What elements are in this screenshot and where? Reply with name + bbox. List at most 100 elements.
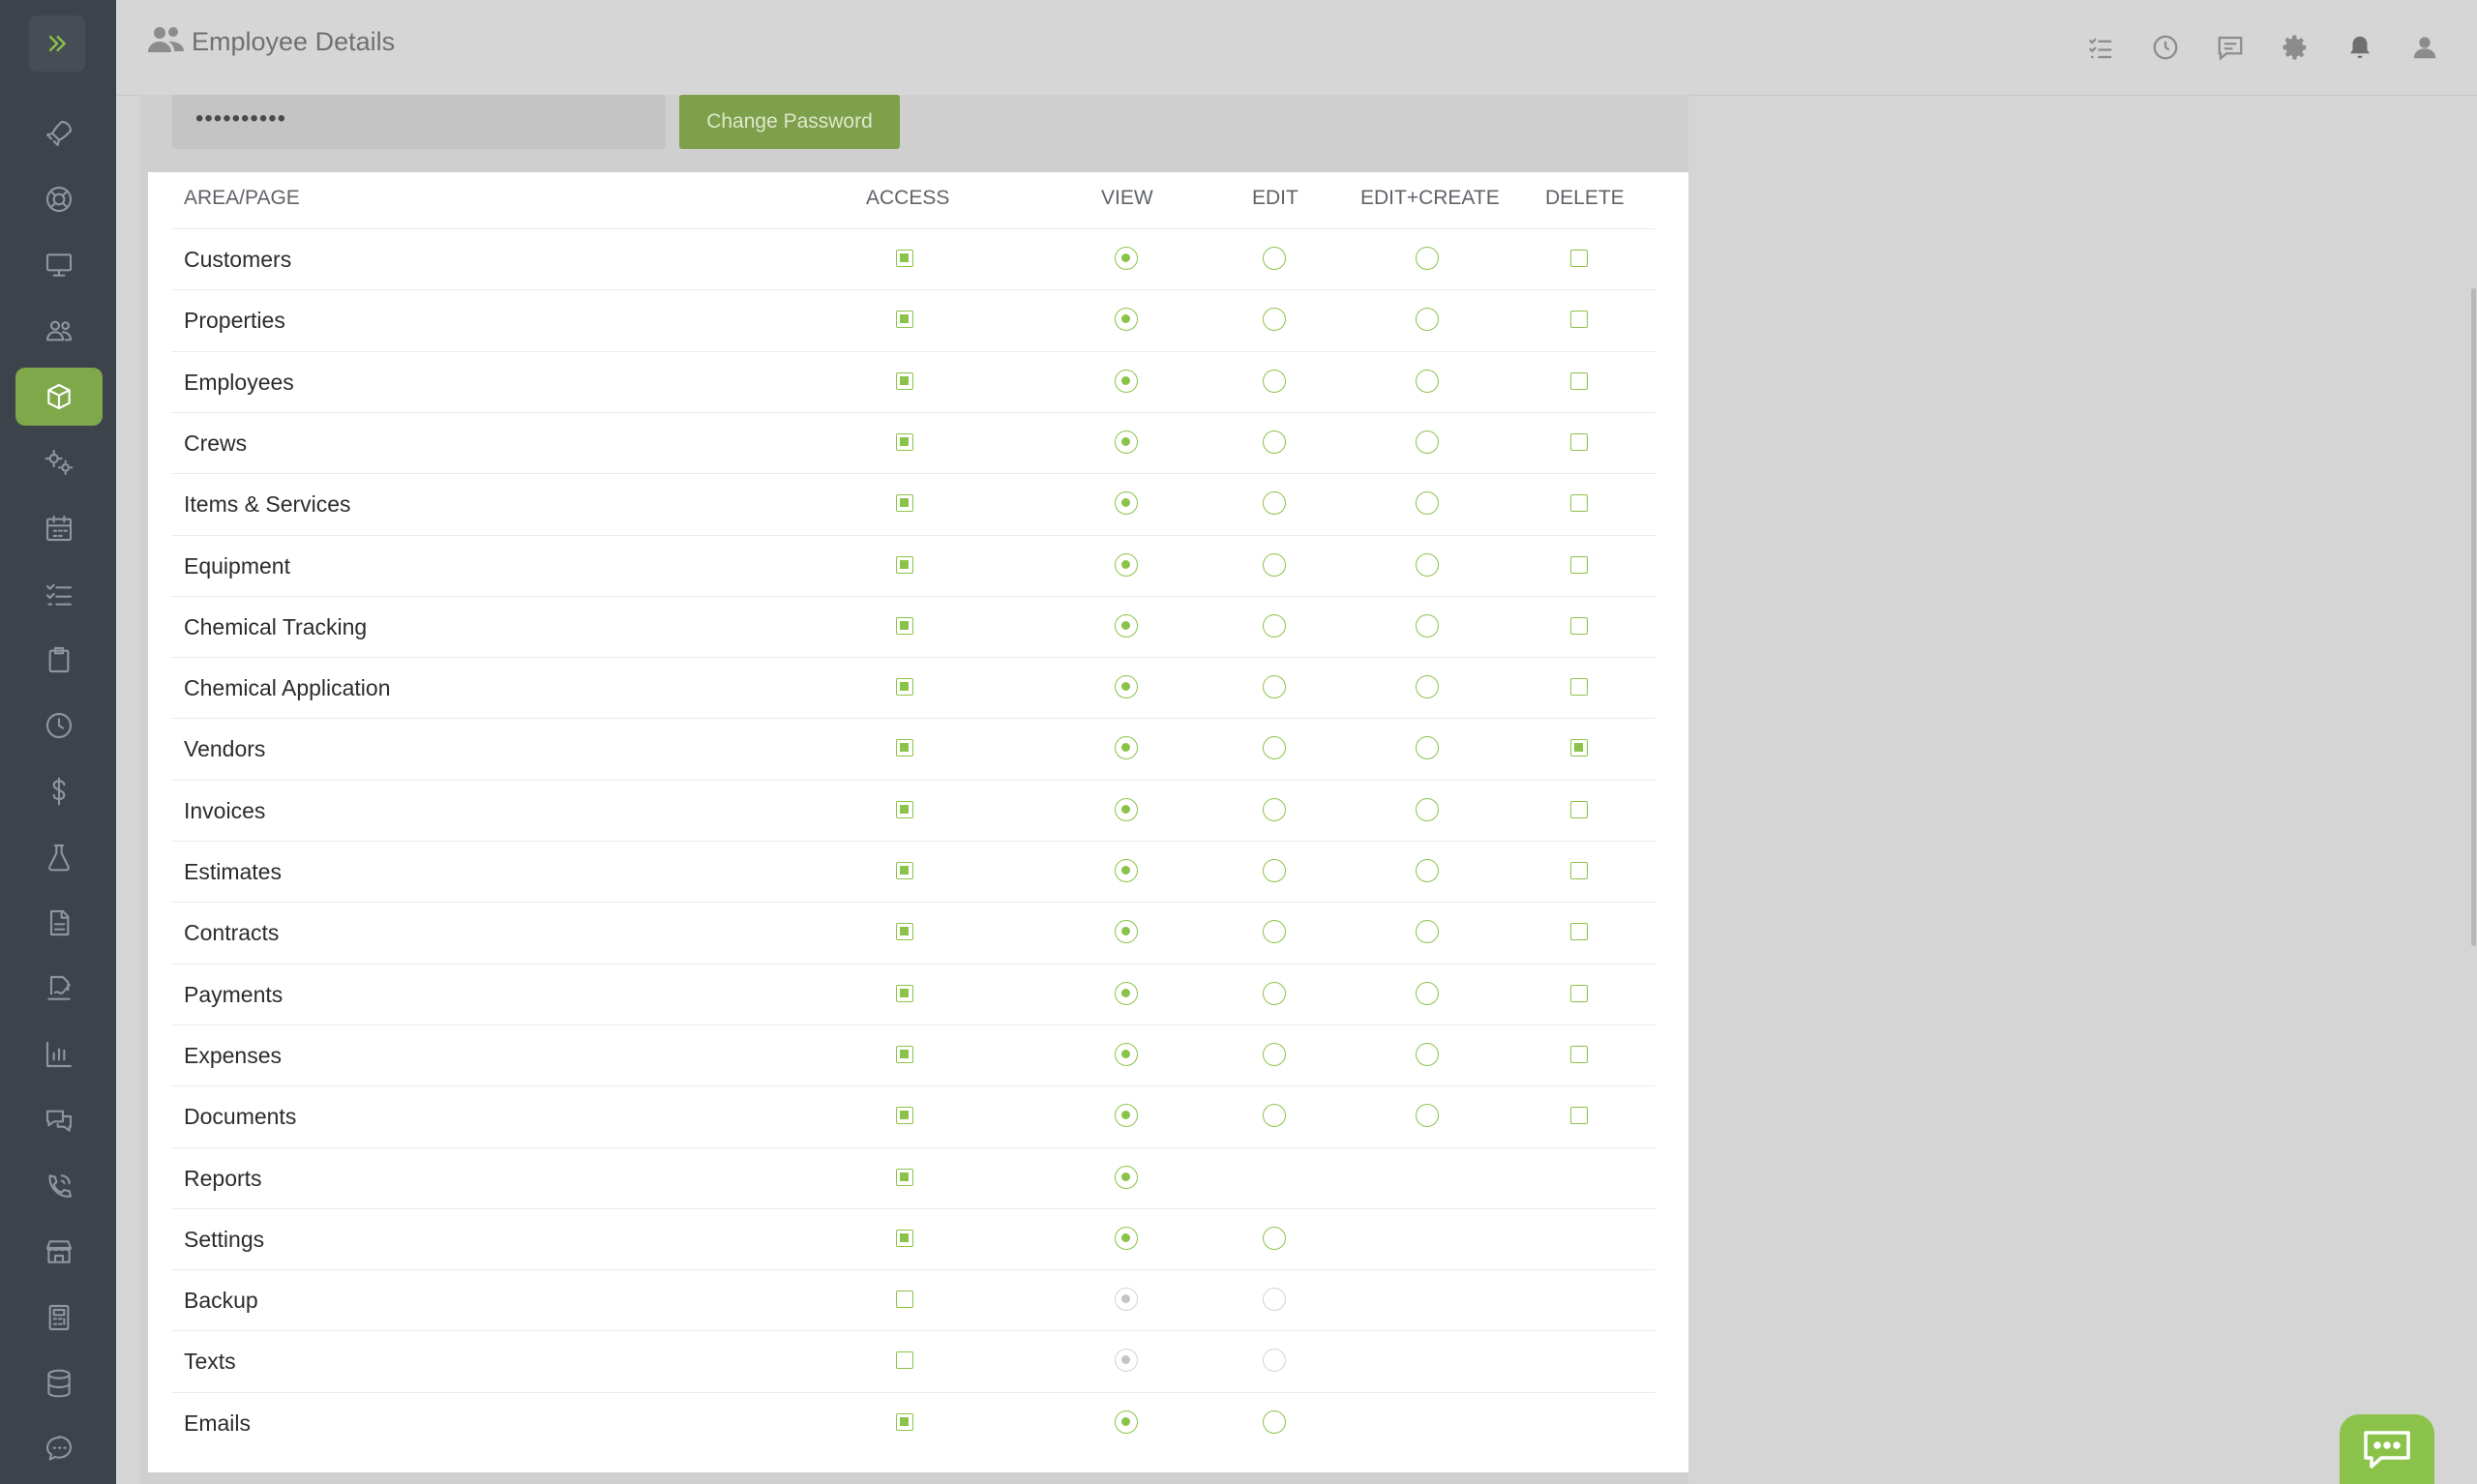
radio-edit-create[interactable]: [1416, 613, 1439, 638]
radio-view[interactable]: [1115, 491, 1138, 516]
checkbox-access[interactable]: [896, 1229, 913, 1247]
radio-edit-create[interactable]: [1416, 308, 1439, 332]
radio-edit[interactable]: [1263, 1349, 1286, 1373]
sidebar-item-chat[interactable]: [15, 1091, 103, 1149]
checkbox-access[interactable]: [896, 1351, 913, 1370]
checkbox-access[interactable]: [896, 616, 913, 635]
checkbox-delete[interactable]: [1570, 800, 1588, 818]
settings-icon[interactable]: [2281, 33, 2310, 62]
checkbox-delete[interactable]: [1570, 923, 1588, 941]
checkbox-access[interactable]: [896, 494, 913, 513]
checkbox-access[interactable]: [896, 371, 913, 390]
checkbox-access[interactable]: [896, 1412, 913, 1431]
radio-view[interactable]: [1115, 247, 1138, 270]
sidebar-item-users[interactable]: [15, 302, 103, 360]
radio-view[interactable]: [1115, 736, 1138, 760]
checkbox-delete[interactable]: [1570, 371, 1588, 390]
sidebar-toggle-button[interactable]: [29, 15, 85, 72]
radio-view[interactable]: [1115, 1226, 1138, 1250]
radio-edit-create[interactable]: [1416, 797, 1439, 821]
checkbox-access[interactable]: [896, 923, 913, 941]
checkbox-access[interactable]: [896, 862, 913, 879]
sidebar-item-calculator[interactable]: [15, 1289, 103, 1347]
radio-edit[interactable]: [1263, 1288, 1286, 1312]
sidebar-item-sms[interactable]: [15, 1420, 103, 1478]
sidebar-item-calendar[interactable]: [15, 499, 103, 557]
radio-edit[interactable]: [1263, 859, 1286, 882]
radio-edit[interactable]: [1263, 1104, 1286, 1128]
radio-edit[interactable]: [1263, 247, 1286, 270]
checkbox-delete[interactable]: [1570, 555, 1588, 574]
sidebar-item-database[interactable]: [15, 1354, 103, 1412]
scrollbar[interactable]: [2471, 288, 2476, 946]
radio-view[interactable]: [1115, 308, 1138, 332]
checkbox-access[interactable]: [896, 1045, 913, 1063]
radio-view[interactable]: [1115, 797, 1138, 821]
radio-edit[interactable]: [1263, 981, 1286, 1005]
checkbox-access[interactable]: [896, 739, 913, 757]
checkbox-access[interactable]: [896, 678, 913, 697]
radio-view[interactable]: [1115, 1410, 1138, 1434]
radio-edit[interactable]: [1263, 797, 1286, 821]
radio-edit-create[interactable]: [1416, 675, 1439, 699]
checkbox-delete[interactable]: [1570, 739, 1588, 757]
radio-edit-create[interactable]: [1416, 920, 1439, 944]
radio-edit[interactable]: [1263, 1042, 1286, 1066]
checkbox-delete[interactable]: [1570, 862, 1588, 879]
radio-edit-create[interactable]: [1416, 552, 1439, 577]
radio-edit[interactable]: [1263, 613, 1286, 638]
checkbox-delete[interactable]: [1570, 311, 1588, 329]
radio-edit[interactable]: [1263, 1226, 1286, 1250]
checkbox-delete[interactable]: [1570, 1107, 1588, 1125]
radio-edit-create[interactable]: [1416, 247, 1439, 270]
radio-edit[interactable]: [1263, 491, 1286, 516]
checkbox-access[interactable]: [896, 555, 913, 574]
sidebar-item-lifebuoy[interactable]: [15, 170, 103, 228]
radio-edit[interactable]: [1263, 552, 1286, 577]
checkbox-access[interactable]: [896, 311, 913, 329]
radio-edit[interactable]: [1263, 736, 1286, 760]
sidebar-item-rocket[interactable]: [15, 104, 103, 163]
sidebar-item-tasklist[interactable]: [15, 565, 103, 623]
change-password-button[interactable]: Change Password: [679, 95, 900, 149]
radio-edit[interactable]: [1263, 308, 1286, 332]
radio-view[interactable]: [1115, 369, 1138, 393]
message-icon[interactable]: [2216, 33, 2245, 62]
radio-view[interactable]: [1115, 552, 1138, 577]
checkbox-access[interactable]: [896, 800, 913, 818]
checkbox-access[interactable]: [896, 432, 913, 451]
sidebar-item-signature[interactable]: [15, 960, 103, 1018]
radio-view[interactable]: [1115, 430, 1138, 454]
radio-view[interactable]: [1115, 1165, 1138, 1189]
sidebar-item-dollar[interactable]: [15, 762, 103, 820]
checkbox-delete[interactable]: [1570, 616, 1588, 635]
radio-edit[interactable]: [1263, 430, 1286, 454]
sidebar-item-monitor[interactable]: [15, 236, 103, 294]
checkbox-access[interactable]: [896, 1168, 913, 1186]
radio-edit-create[interactable]: [1416, 859, 1439, 882]
chat-widget-button[interactable]: [2340, 1414, 2434, 1484]
radio-view[interactable]: [1115, 981, 1138, 1005]
user-icon[interactable]: [2410, 33, 2439, 62]
radio-edit-create[interactable]: [1416, 736, 1439, 760]
radio-view[interactable]: [1115, 1042, 1138, 1066]
checkbox-access[interactable]: [896, 250, 913, 267]
radio-edit[interactable]: [1263, 369, 1286, 393]
radio-view[interactable]: [1115, 920, 1138, 944]
radio-edit[interactable]: [1263, 675, 1286, 699]
checkbox-delete[interactable]: [1570, 984, 1588, 1002]
checkbox-delete[interactable]: [1570, 250, 1588, 267]
sidebar-item-chart[interactable]: [15, 1025, 103, 1083]
radio-edit[interactable]: [1263, 920, 1286, 944]
sidebar-item-store[interactable]: [15, 1223, 103, 1281]
tasks-icon[interactable]: [2086, 33, 2115, 62]
radio-edit-create[interactable]: [1416, 1104, 1439, 1128]
checkbox-access[interactable]: [896, 1291, 913, 1309]
checkbox-delete[interactable]: [1570, 432, 1588, 451]
sidebar-item-flask[interactable]: [15, 828, 103, 886]
sidebar-item-clipboard[interactable]: [15, 631, 103, 689]
sidebar-item-clock[interactable]: [15, 697, 103, 755]
radio-view[interactable]: [1115, 1104, 1138, 1128]
password-field[interactable]: ••••••••••: [172, 95, 666, 149]
radio-view[interactable]: [1115, 675, 1138, 699]
